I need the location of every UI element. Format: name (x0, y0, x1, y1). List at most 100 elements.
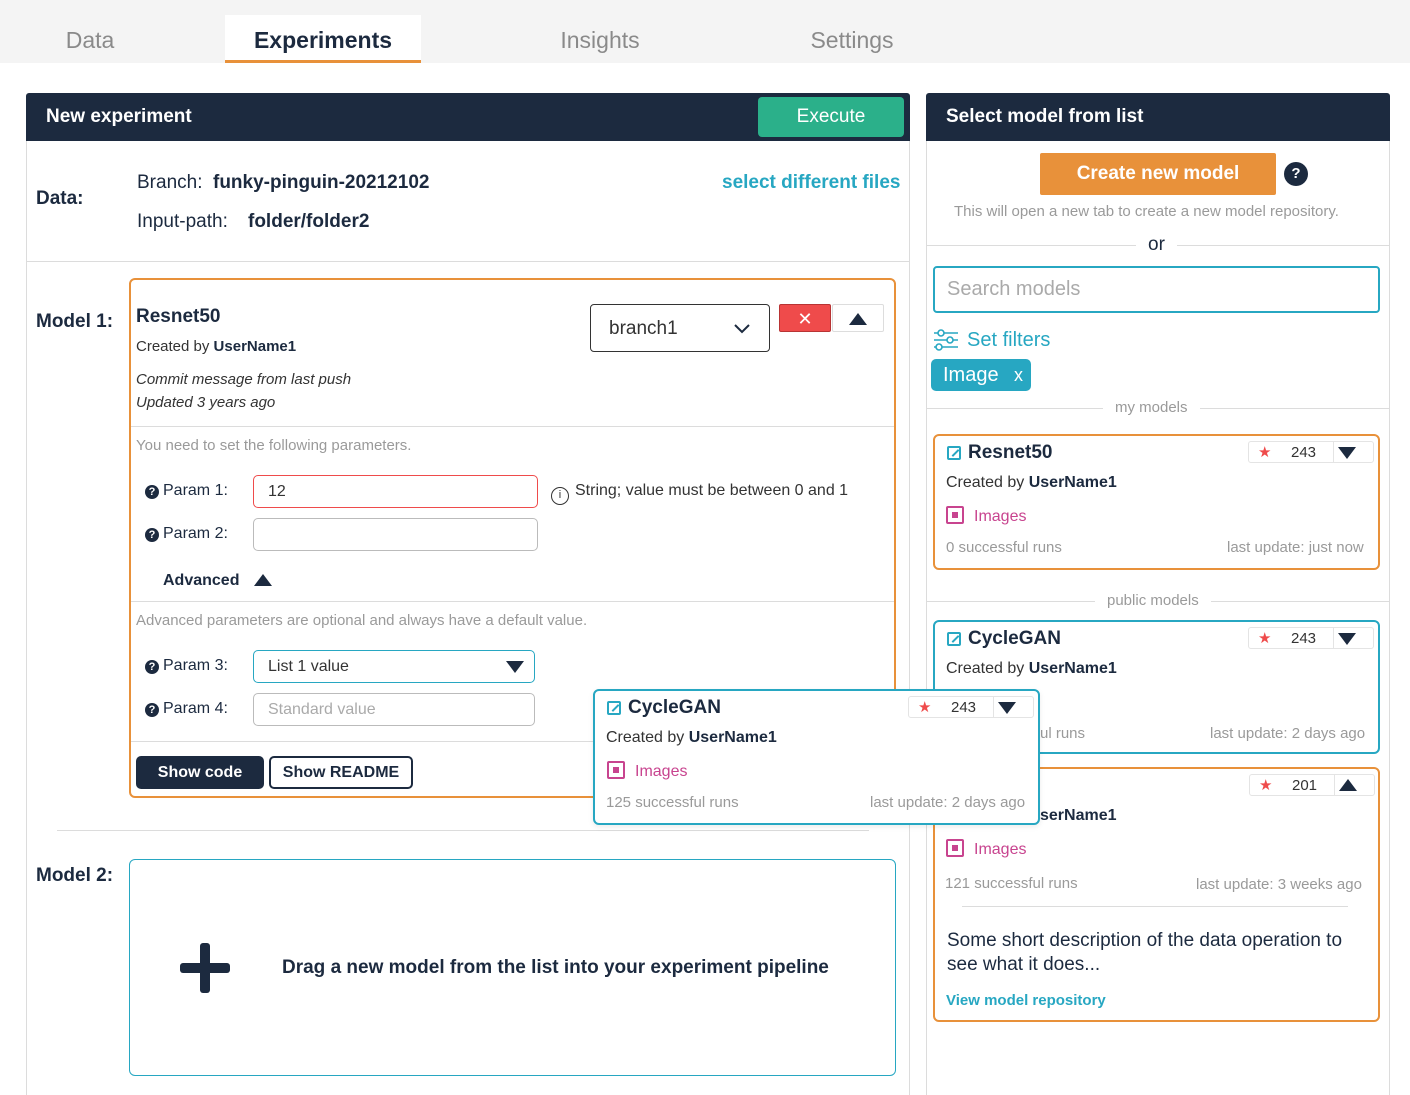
divider (131, 601, 894, 602)
model-card-created-by: serName1 (1040, 807, 1117, 825)
created-by-prefix: Created by (946, 474, 1025, 491)
param3-select[interactable]: List 1 value (253, 650, 535, 683)
model-card-user: UserName1 (1028, 660, 1117, 677)
branch-value: funky-pinguin-20212102 (213, 172, 430, 193)
set-filters-label: Set filters (967, 329, 1051, 351)
star-count[interactable]: ★ 243 (908, 696, 1034, 718)
model-card-update: last update: 2 days ago (1210, 725, 1366, 742)
param1-hint-text: String; value must be between 0 and 1 (575, 482, 849, 499)
tab-insights[interactable]: Insights (540, 15, 660, 63)
triangle-up-icon[interactable] (254, 574, 272, 586)
search-placeholder: Search models (947, 278, 1081, 300)
or-separator: or (1136, 234, 1177, 256)
triangle-down-icon (1338, 633, 1356, 645)
star-icon: ★ (1258, 444, 1272, 461)
close-icon: ✕ (797, 309, 813, 329)
show-code-button[interactable]: Show code (136, 756, 264, 789)
image-icon (946, 506, 964, 524)
images-tag-label: Images (974, 508, 1027, 525)
triangle-down-icon (998, 702, 1016, 714)
images-tag: Images (946, 506, 1026, 526)
remove-model-button[interactable]: ✕ (779, 304, 831, 332)
created-by-prefix: Created by (946, 660, 1025, 677)
model1-name: Resnet50 (136, 306, 221, 327)
filter-chip-image: Image x (931, 359, 1031, 391)
param1-input[interactable]: 12 (253, 475, 538, 508)
branch-select[interactable]: branch1 (590, 304, 770, 352)
model-card-created-by: Created by UserName1 (606, 729, 777, 747)
select-different-files-link[interactable]: select different files (722, 172, 900, 194)
star-count-value: 243 (1290, 444, 1317, 461)
images-tag-label: Images (974, 841, 1027, 858)
image-icon (607, 761, 625, 779)
star-count[interactable]: ★ 201 (1249, 774, 1375, 796)
divider (27, 261, 909, 262)
top-tab-bar: Data Experiments Insights Settings (0, 0, 1410, 63)
question-icon[interactable]: ? (145, 485, 159, 499)
images-tag: Images (607, 761, 687, 781)
question-icon[interactable]: ? (145, 660, 159, 674)
param1-label-text: Param 1: (163, 482, 228, 499)
tab-experiments[interactable]: Experiments (225, 15, 421, 63)
question-icon[interactable]: ? (145, 528, 159, 542)
param3-label-text: Param 3: (163, 657, 228, 674)
triangle-down-icon (506, 661, 524, 673)
model-card-name: CycleGAN (968, 628, 1061, 649)
model1-label: Model 1: (36, 311, 114, 332)
model-card-name: CycleGAN (628, 697, 721, 718)
divider (131, 426, 894, 427)
data-label: Data: (36, 188, 84, 209)
created-by-prefix: Created by (606, 729, 685, 746)
triangle-up-icon (849, 313, 867, 325)
model-card-user: UserName1 (1028, 474, 1117, 491)
external-link-icon[interactable] (947, 446, 961, 460)
advanced-toggle[interactable]: Advanced (163, 572, 239, 590)
filter-chip-label: Image (943, 364, 999, 386)
branch-select-value: branch1 (609, 318, 678, 339)
external-link-icon[interactable] (947, 632, 961, 646)
star-count-value: 201 (1291, 777, 1318, 794)
param4-label-text: Param 4: (163, 700, 228, 717)
triangle-up-icon (1339, 779, 1357, 791)
advanced-note: Advanced parameters are optional and alw… (136, 612, 588, 629)
input-path-label: Input-path: (137, 211, 228, 232)
model-card-update: last update: 2 days ago (870, 794, 1026, 811)
help-icon[interactable]: ? (1284, 162, 1308, 186)
show-readme-button[interactable]: Show README (269, 756, 413, 789)
collapse-model-button[interactable] (832, 304, 884, 332)
model1-updated: Updated 3 years ago (136, 394, 276, 411)
chevron-down-icon (734, 324, 750, 334)
model-card-created-by: Created by UserName1 (946, 474, 1117, 492)
model-card-name: Resnet50 (968, 442, 1053, 463)
question-icon[interactable]: ? (145, 703, 159, 717)
search-models-input[interactable]: Search models (933, 266, 1380, 313)
view-model-repository-link[interactable]: View model repository (946, 992, 1106, 1009)
param1-hint: i String; value must be between 0 and 1 (551, 482, 848, 505)
star-icon: ★ (1258, 630, 1272, 647)
remove-filter-button[interactable]: x (1014, 359, 1023, 391)
tab-data[interactable]: Data (40, 15, 140, 63)
create-new-model-button[interactable]: Create new model (1040, 153, 1276, 195)
model-card-runs: 125 successful runs (606, 794, 739, 811)
star-count[interactable]: ★ 243 (1248, 627, 1374, 649)
model-card-runs: 121 successful runs (945, 875, 1078, 892)
divider (962, 906, 1348, 907)
triangle-down-icon (1338, 447, 1356, 459)
param2-label-text: Param 2: (163, 525, 228, 542)
divider (57, 830, 869, 831)
param2-input[interactable] (253, 518, 538, 551)
model-card-update: last update: just now (1227, 539, 1364, 556)
param2-label: ? Param 2: (145, 525, 228, 543)
public-models-label: public models (1095, 592, 1211, 609)
tab-settings[interactable]: Settings (790, 15, 914, 63)
advanced-label: Advanced (163, 572, 240, 589)
filter-sliders-icon (934, 329, 958, 351)
execute-button[interactable]: Execute (758, 97, 904, 137)
param4-input[interactable]: Standard value (253, 693, 535, 726)
external-link-icon[interactable] (607, 701, 621, 715)
param4-label: ? Param 4: (145, 700, 228, 718)
star-icon: ★ (1259, 777, 1273, 794)
images-tag: Images (946, 839, 1026, 859)
star-count[interactable]: ★ 243 (1248, 441, 1374, 463)
model-card-runs: 0 successful runs (946, 539, 1062, 556)
